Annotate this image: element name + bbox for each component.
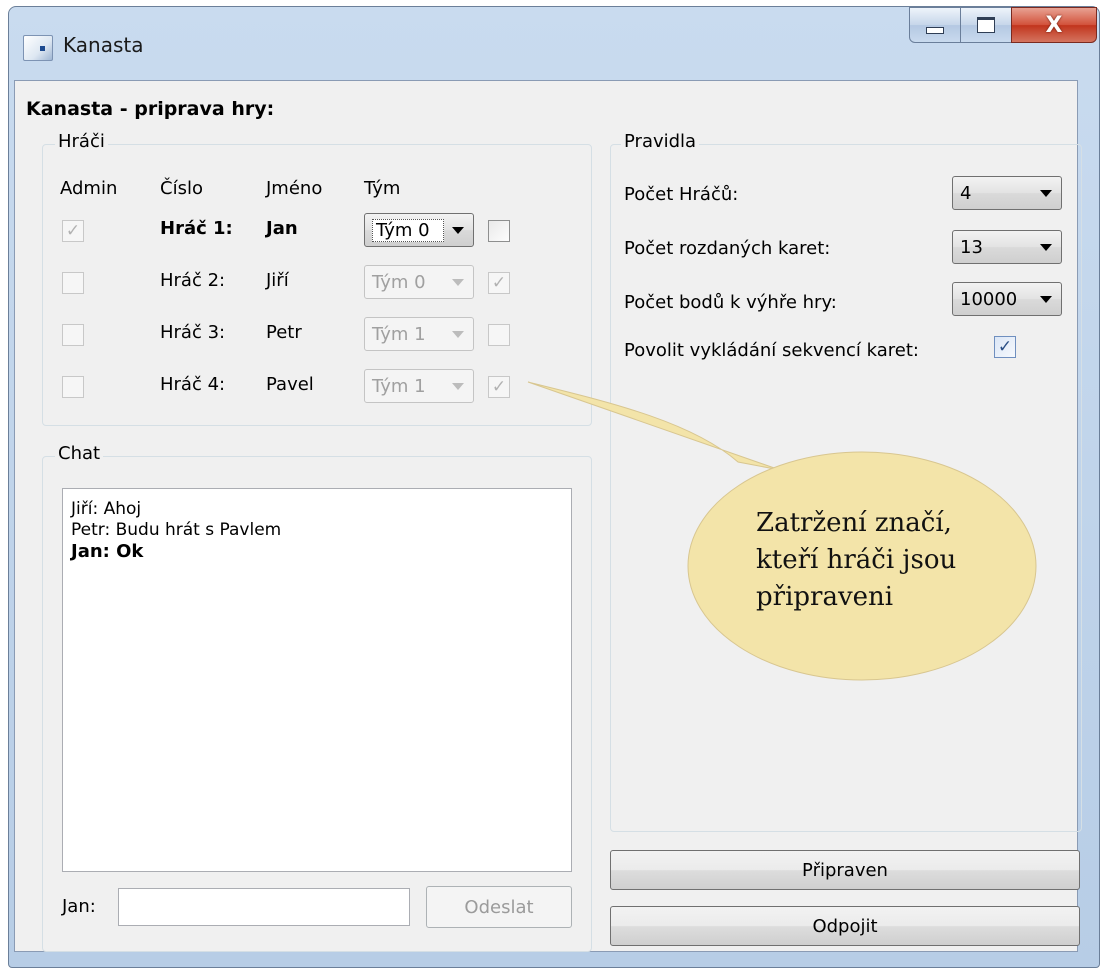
- callout-line: připraveni: [756, 582, 894, 612]
- callout-line: Zatržení značí,: [756, 508, 952, 538]
- annotation-callout: [527, 381, 1037, 681]
- callout-line: kteří hráči jsou: [756, 545, 957, 575]
- callout-text: Zatržení značí, kteří hráči jsou připrav…: [756, 505, 956, 616]
